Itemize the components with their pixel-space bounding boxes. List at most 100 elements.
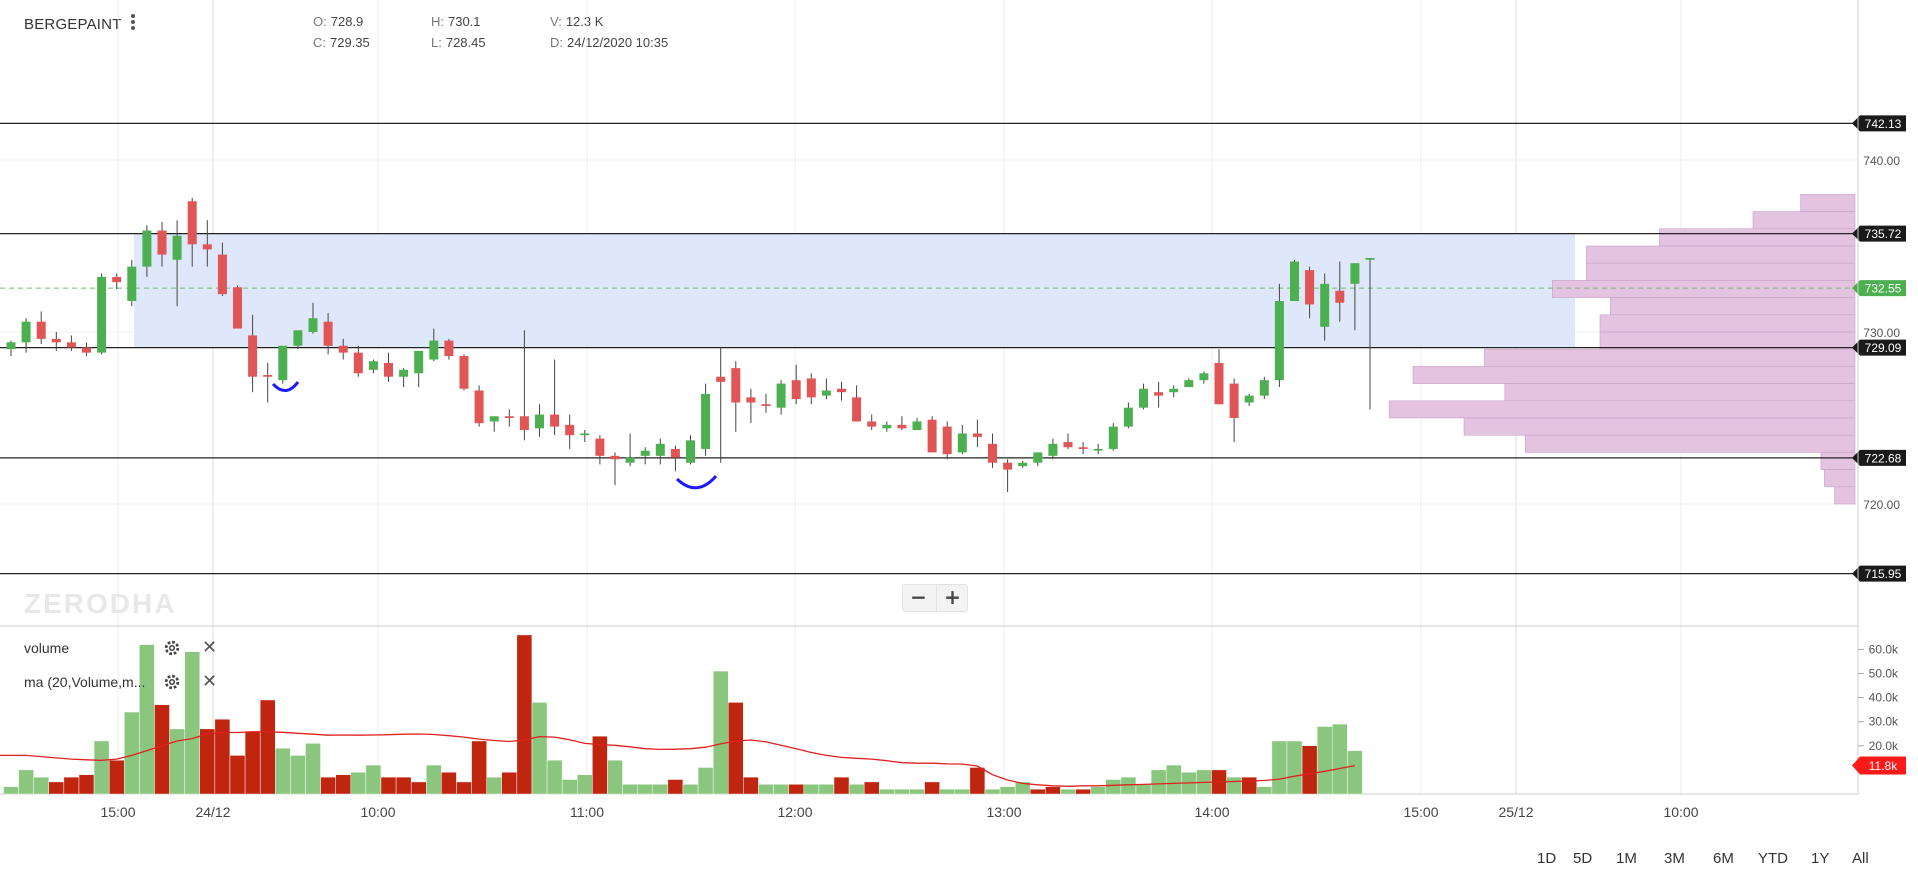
- volume-bar-down[interactable]: [199, 728, 216, 795]
- volume-bar-up[interactable]: [426, 764, 442, 795]
- volume-bar-down[interactable]: [667, 779, 684, 795]
- volume-bar-up[interactable]: [1347, 750, 1363, 795]
- candle-up[interactable]: [776, 383, 786, 408]
- candle-down[interactable]: [233, 287, 242, 329]
- candle-up[interactable]: [821, 390, 831, 396]
- volume-bar-up[interactable]: [18, 769, 34, 795]
- volume-bar-up[interactable]: [1165, 764, 1182, 795]
- candle-down[interactable]: [610, 455, 620, 460]
- candle-up[interactable]: [142, 230, 152, 267]
- candle-up[interactable]: [293, 330, 303, 346]
- candle-up[interactable]: [1123, 407, 1133, 427]
- candle-down[interactable]: [263, 375, 273, 377]
- volume-bar-up[interactable]: [954, 788, 970, 795]
- candle-down[interactable]: [942, 426, 952, 455]
- candle-down[interactable]: [444, 340, 454, 357]
- indicator-ma-label[interactable]: ma (20,Volume,m...: [24, 674, 145, 690]
- volume-bar-up[interactable]: [1150, 769, 1167, 795]
- candle-down[interactable]: [384, 362, 393, 377]
- candle-up[interactable]: [1018, 462, 1028, 467]
- volume-bar-down[interactable]: [456, 781, 472, 795]
- volume-bar-down[interactable]: [63, 776, 80, 795]
- volume-bar-up[interactable]: [894, 788, 910, 795]
- timeframe-3m[interactable]: 3M: [1664, 850, 1685, 867]
- volume-bar-up[interactable]: [773, 784, 789, 795]
- timeframe-1m[interactable]: 1M: [1616, 850, 1637, 867]
- volume-bar-up[interactable]: [562, 779, 578, 795]
- volume-bar-up[interactable]: [818, 784, 835, 795]
- volume-bar-down[interactable]: [1241, 776, 1257, 795]
- volume-bar-down[interactable]: [1045, 786, 1061, 795]
- candle-up[interactable]: [1139, 388, 1148, 408]
- candle-down[interactable]: [595, 438, 605, 456]
- candle-down[interactable]: [248, 335, 258, 377]
- volume-bar-down[interactable]: [1030, 788, 1046, 795]
- volume-bar-up[interactable]: [1060, 788, 1076, 795]
- candle-up[interactable]: [1048, 443, 1058, 456]
- volume-bar-up[interactable]: [365, 764, 382, 795]
- close-icon[interactable]: ✕: [202, 639, 217, 657]
- volume-bar-down[interactable]: [229, 755, 246, 795]
- candle-down[interactable]: [897, 424, 907, 429]
- candle-up[interactable]: [1259, 380, 1269, 396]
- candle-up[interactable]: [957, 433, 967, 453]
- volume-bar-up[interactable]: [622, 784, 638, 795]
- volume-bar-up[interactable]: [305, 743, 321, 795]
- timeframe-ytd[interactable]: YTD: [1758, 850, 1788, 867]
- candle-down[interactable]: [338, 345, 348, 353]
- candle-up[interactable]: [429, 340, 439, 360]
- volume-bar-up[interactable]: [758, 784, 774, 795]
- volume-bar-down[interactable]: [924, 781, 940, 795]
- volume-bar-down[interactable]: [743, 776, 759, 795]
- gear-icon[interactable]: [163, 673, 181, 691]
- volume-bar-up[interactable]: [848, 784, 865, 795]
- close-icon[interactable]: ✕: [202, 673, 217, 691]
- candle-down[interactable]: [565, 424, 575, 436]
- volume-bar-up[interactable]: [93, 740, 110, 795]
- volume-bar-up[interactable]: [879, 788, 895, 795]
- volume-bar-up[interactable]: [350, 772, 366, 795]
- candle-up[interactable]: [625, 457, 635, 463]
- candle-down[interactable]: [716, 376, 726, 382]
- candle-up[interactable]: [97, 276, 107, 353]
- volume-bar-down[interactable]: [471, 740, 487, 795]
- candle-down[interactable]: [731, 368, 741, 403]
- volume-bar-down[interactable]: [1301, 745, 1318, 795]
- candle-up[interactable]: [1169, 388, 1179, 393]
- indicator-volume-label[interactable]: volume: [24, 640, 69, 656]
- candle-down[interactable]: [519, 416, 529, 431]
- candle-down[interactable]: [323, 321, 333, 346]
- candle-down[interactable]: [867, 421, 877, 427]
- volume-bar-up[interactable]: [546, 760, 563, 795]
- candle-up[interactable]: [1033, 452, 1043, 463]
- candle-up[interactable]: [1184, 380, 1194, 388]
- candle-down[interactable]: [504, 416, 514, 418]
- candle-down[interactable]: [1335, 290, 1345, 303]
- volume-bar-up[interactable]: [1271, 740, 1288, 795]
- volume-bar-down[interactable]: [833, 776, 850, 795]
- candle-down[interactable]: [670, 448, 680, 458]
- candle-up[interactable]: [1320, 283, 1330, 327]
- timeframe-all[interactable]: All: [1852, 850, 1869, 867]
- volume-bar-down[interactable]: [516, 634, 533, 795]
- candle-up[interactable]: [399, 369, 409, 377]
- volume-bar-up[interactable]: [607, 760, 623, 795]
- volume-bar-up[interactable]: [999, 786, 1016, 795]
- candle-up[interactable]: [535, 414, 544, 429]
- zoom-in-button[interactable]: +: [936, 585, 968, 611]
- volume-bar-up[interactable]: [939, 788, 955, 795]
- volume-bar-up[interactable]: [184, 651, 200, 795]
- volume-bar-down[interactable]: [214, 719, 231, 795]
- volume-bar-up[interactable]: [33, 776, 49, 795]
- candle-down[interactable]: [217, 254, 227, 295]
- candle-down[interactable]: [1003, 462, 1013, 470]
- candle-down[interactable]: [988, 443, 997, 463]
- candle-down[interactable]: [1305, 270, 1315, 305]
- volume-bar-down[interactable]: [441, 772, 457, 795]
- candle-down[interactable]: [66, 342, 76, 348]
- volume-bar-up[interactable]: [1286, 740, 1303, 795]
- candle-down[interactable]: [791, 380, 801, 400]
- volume-bar-up[interactable]: [486, 776, 502, 795]
- candle-down[interactable]: [353, 352, 363, 374]
- volume-bar-down[interactable]: [78, 774, 95, 795]
